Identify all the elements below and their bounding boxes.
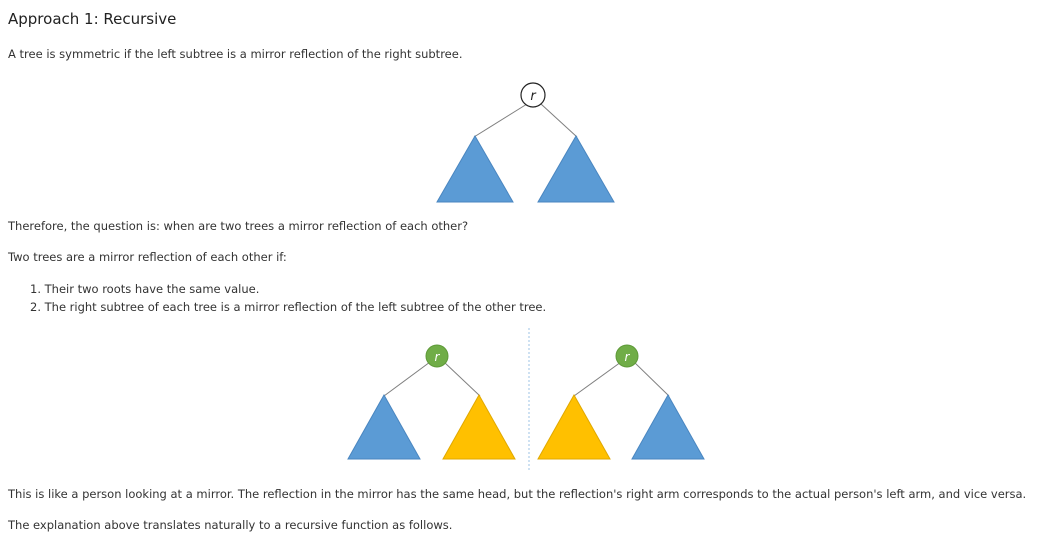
left-tree-left-edge — [383, 361, 431, 397]
question-text: Therefore, the question is: when are two… — [8, 219, 469, 233]
right-edge — [540, 103, 578, 138]
mirror-trees-diagram: r r — [347, 328, 705, 470]
condition-item: 1. Their two roots have the same value. — [30, 282, 260, 296]
right-tree-right-edge — [633, 361, 670, 397]
right-tree-left-edge — [573, 361, 622, 397]
right-tree-blue-subtree — [631, 393, 705, 460]
left-tree-yellow-subtree — [442, 393, 516, 460]
conditions-list: 1. Their two roots have the same value. … — [30, 282, 546, 318]
left-edge — [473, 103, 528, 138]
left-tree-blue-subtree — [347, 393, 421, 460]
condition-item: 2. The right subtree of each tree is a m… — [30, 300, 547, 314]
analogy-text: This is like a person looking at a mirro… — [8, 487, 1027, 501]
conclusion-text: The explanation above translates natural… — [8, 518, 453, 532]
intro-text: A tree is symmetric if the left subtree … — [8, 47, 463, 61]
condition-intro-text: Two trees are a mirror reflection of eac… — [8, 250, 287, 264]
right-subtree-triangle — [537, 134, 615, 203]
symmetric-tree-diagram: r — [436, 82, 615, 203]
left-tree-right-edge — [443, 361, 481, 397]
section-heading: Approach 1: Recursive — [8, 10, 177, 28]
right-tree-yellow-subtree — [537, 393, 611, 460]
left-subtree-triangle — [436, 134, 514, 203]
